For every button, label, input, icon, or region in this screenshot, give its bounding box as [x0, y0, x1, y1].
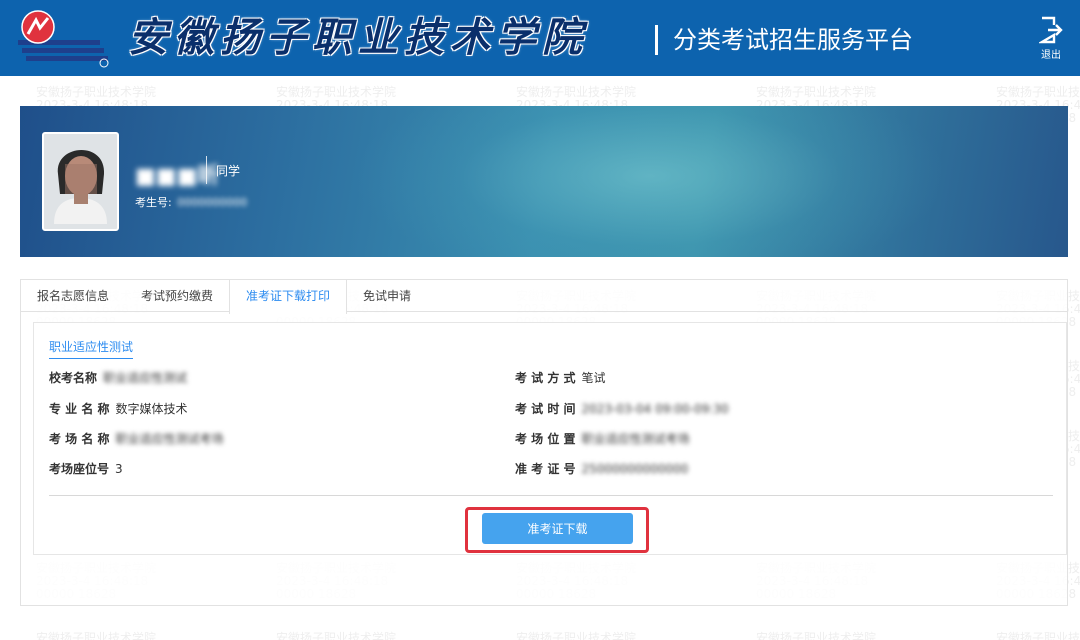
tab-bar: 报名志愿信息 考试预约缴费 准考证下载打印 免试申请	[21, 280, 1067, 314]
logout-icon	[1039, 16, 1063, 44]
logout-button[interactable]: 退出	[1034, 16, 1068, 66]
download-ticket-button[interactable]: 准考证下载	[482, 513, 633, 544]
watermark-text: 安徽扬子职业技术学院2023-3-4 16:48:1800000 18628	[276, 631, 397, 640]
exam-number-value: 0000000000	[177, 196, 248, 209]
field-ticket-number: 准 考 证 号 25000000000000	[515, 460, 688, 477]
field-venue-name: 考 场 名 称职业适应性测试考场	[49, 430, 224, 447]
student-photo-image	[44, 134, 117, 229]
name-suffix: 同学	[216, 164, 241, 178]
field-label: 考 试 方 式	[515, 371, 576, 385]
logout-label: 退出	[1041, 50, 1061, 61]
field-label: 考 场 名 称	[49, 432, 110, 446]
field-major: 专 业 名 称数字媒体技术	[49, 400, 188, 417]
field-venue-location: 考 场 位 置职业适应性测试考场	[515, 430, 690, 447]
field-value: 3	[115, 462, 123, 476]
profile-banner: ■■■昕 同学 考生号: 0000000000	[20, 106, 1068, 257]
tab-exam-booking[interactable]: 考试预约缴费	[125, 280, 229, 312]
section-title: 职业适应性测试	[49, 338, 134, 359]
watermark-text: 安徽扬子职业技术学院2023-3-4 16:48:1800000 18628	[516, 631, 637, 640]
card-divider	[49, 495, 1053, 496]
field-exam-time: 考 试 时 间 2023-03-04 09:00-09:30	[515, 400, 729, 417]
student-photo	[42, 132, 119, 231]
tabs-panel: 报名志愿信息 考试预约缴费 准考证下载打印 免试申请 职业适应性测试 校考名称职…	[20, 279, 1068, 606]
platform-title: 分类考试招生服务平台	[673, 26, 913, 54]
field-label: 专 业 名 称	[49, 402, 110, 416]
tab-application-info[interactable]: 报名志愿信息	[21, 280, 125, 312]
watermark-text: 安徽扬子职业技术学院2023-3-4 16:48:1800000 18628	[36, 631, 157, 640]
watermark-text: 安徽扬子职业技术学院2023-3-4 16:48:1800000 18628	[756, 631, 877, 640]
field-value: 25000000000000	[581, 462, 689, 476]
field-value: 笔试	[581, 371, 606, 385]
field-label: 校考名称	[49, 371, 98, 385]
field-exam-mode: 考 试 方 式笔试	[515, 369, 606, 386]
top-header: 安徽扬子职业技术学院 分类考试招生服务平台 退出	[0, 0, 1080, 76]
school-name: 安徽扬子职业技术学院	[128, 14, 588, 61]
field-value: 职业适应性测试	[103, 371, 188, 385]
header-divider	[655, 25, 658, 55]
watermark-text: 安徽扬子职业技术学院2023-3-4 16:48:1800000 18628	[996, 631, 1080, 640]
field-label: 考场座位号	[49, 462, 110, 476]
field-label: 考 场 位 置	[515, 432, 576, 446]
tab-admission-ticket[interactable]: 准考证下载打印	[229, 280, 348, 314]
field-seat-number: 考场座位号 3	[49, 460, 123, 477]
field-value: 数字媒体技术	[115, 402, 188, 416]
banner-glow	[350, 106, 950, 257]
field-value: 2023-03-04 09:00-09:30	[581, 402, 729, 416]
exam-number-label: 考生号:	[135, 196, 172, 209]
exam-number: 考生号: 0000000000	[135, 194, 247, 210]
field-label: 准 考 证 号	[515, 462, 576, 476]
name-separator	[206, 156, 207, 184]
field-exam-name: 校考名称 职业适应性测试	[49, 369, 187, 386]
field-value: 职业适应性测试考场	[581, 432, 690, 446]
field-value: 职业适应性测试考场	[115, 432, 224, 446]
tab-exemption[interactable]: 免试申请	[347, 280, 427, 312]
admission-card: 职业适应性测试 校考名称 职业适应性测试 专 业 名 称数字媒体技术 考 场 名 …	[33, 322, 1067, 555]
school-logo-icon	[18, 10, 109, 68]
field-label: 考 试 时 间	[515, 402, 576, 416]
